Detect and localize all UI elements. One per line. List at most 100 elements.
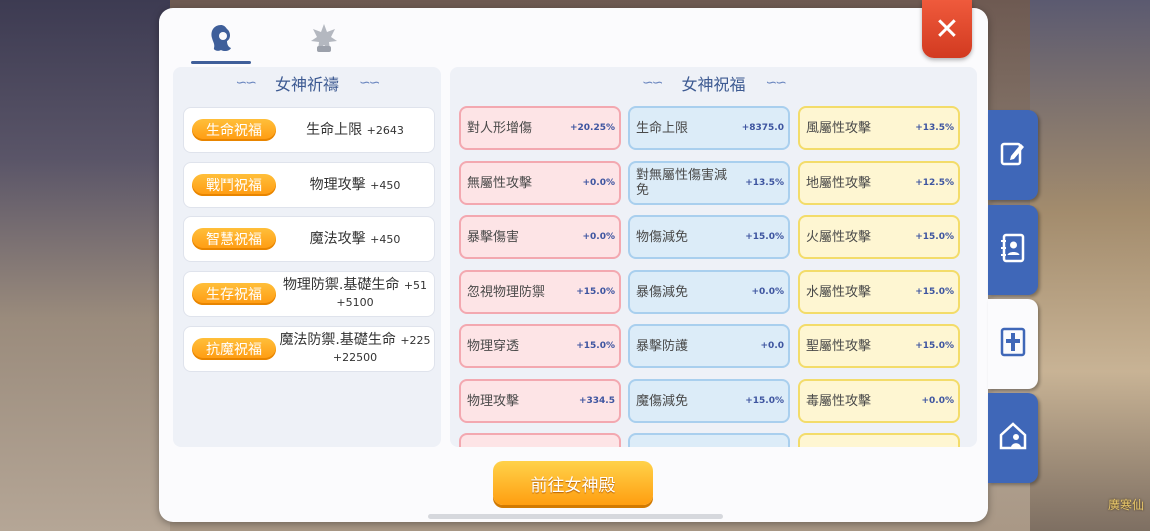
blessing-cell-name: 地屬性攻擊 xyxy=(806,175,872,191)
blessing-cell-name: 生命上限 xyxy=(636,120,689,136)
house-user-icon xyxy=(998,421,1028,455)
contact-book-icon xyxy=(999,233,1027,267)
tab-emblem[interactable] xyxy=(294,18,354,62)
blessing-cell: 聖屬性攻擊 +15.0% xyxy=(798,324,960,368)
prayer-row: 抗魔祝福 魔法防禦.基礎生命 +225 +22500 xyxy=(183,326,435,372)
blessing-cell-name: 毒屬性攻擊 xyxy=(806,393,872,409)
blessing-badge: 戰鬥祝福 xyxy=(192,174,276,196)
prayer-effect-value: +5100 xyxy=(336,296,374,309)
prayer-row: 生命祝福 生命上限 +2643 xyxy=(183,107,435,153)
side-tab-contacts[interactable] xyxy=(988,205,1038,295)
tab-goddess[interactable] xyxy=(191,18,251,64)
blessing-cell-value: +13.5% xyxy=(915,123,954,133)
blessing-cell: 物傷減免 +15.0% xyxy=(628,215,790,259)
swoosh-decoration-icon: ∽∽ xyxy=(642,75,664,91)
goddess-head-icon xyxy=(205,22,237,58)
blessing-cell-value: +13.5% xyxy=(745,178,784,188)
blessing-cell-value: +0.0 xyxy=(760,341,784,351)
blessing-cell-name: 魔傷減免 xyxy=(636,393,689,409)
blessing-cell-name: 物理攻擊 xyxy=(467,393,520,409)
player-name-label: 廣寒仙 xyxy=(1107,498,1144,512)
blessing-title: 女神祝福 xyxy=(681,75,746,94)
blessing-cell-name: 忽視物理防禦 xyxy=(467,284,546,300)
prayer-effect: 魔法防禦.基礎生命 +225 +22500 xyxy=(276,332,434,366)
blessing-cell: 物理穿透 +15.0% xyxy=(459,324,621,368)
background-right: 廣寒仙 xyxy=(1030,0,1150,531)
blessing-cell-name: 暴擊傷害 xyxy=(467,229,520,245)
blessing-cell-value: +0.0% xyxy=(751,287,784,297)
side-tab-goddess[interactable] xyxy=(988,299,1038,389)
blessing-cell-name: 物理穿透 xyxy=(467,338,520,354)
prayer-effect-text: 魔法防禦.基礎生命 xyxy=(279,332,396,348)
blessing-cell: 暴擊防護 +0.0 xyxy=(628,324,790,368)
blessing-cell: 地屬性攻擊 +12.5% xyxy=(798,161,960,205)
close-icon: ✕ xyxy=(934,11,960,47)
swoosh-decoration-icon: ∽∽ xyxy=(235,75,258,91)
blessing-cell-partial xyxy=(628,433,790,447)
blessing-badge: 生存祝福 xyxy=(192,283,276,305)
blessing-cell-name: 物傷減免 xyxy=(636,229,689,245)
prayer-effect: 物理防禦.基礎生命 +51 +5100 xyxy=(276,277,434,311)
blessing-cell-name: 對無屬性傷害減免 xyxy=(636,168,728,198)
prayer-effect-value: +2643 xyxy=(366,123,404,137)
edit-icon xyxy=(999,139,1027,171)
blessing-cell-value: +15.0% xyxy=(576,341,615,351)
blessing-badge: 抗魔祝福 xyxy=(192,338,276,360)
blessing-cell-name: 聖屬性攻擊 xyxy=(806,338,872,354)
blessing-cell-value: +20.25% xyxy=(569,123,615,133)
prayer-row: 生存祝福 物理防禦.基礎生命 +51 +5100 xyxy=(183,271,435,317)
blessing-cell-name: 對人形增傷 xyxy=(467,120,533,136)
blessing-cell-value: +15.0% xyxy=(915,287,954,297)
star-emblem-icon xyxy=(309,22,339,58)
blessing-cell-value: +15.0% xyxy=(745,232,784,242)
blessing-cell-value: +15.0% xyxy=(745,396,784,406)
blessing-cell-name: 火屬性攻擊 xyxy=(806,229,872,245)
prayer-effect-value: +450 xyxy=(370,178,401,192)
blessing-cell-value: +0.0% xyxy=(582,232,615,242)
blessing-cell: 生命上限 +8375.0 xyxy=(628,106,790,150)
cross-icon xyxy=(1000,327,1026,361)
blessing-cell-partial xyxy=(459,433,621,447)
close-button[interactable]: ✕ xyxy=(922,0,972,58)
blessing-cell: 忽視物理防禦 +15.0% xyxy=(459,270,621,314)
blessing-badge: 生命祝福 xyxy=(192,119,276,141)
prayer-effect: 魔法攻擊 +450 xyxy=(276,231,434,248)
blessing-cell-value: +334.5 xyxy=(578,396,615,406)
blessing-cell-value: +12.5% xyxy=(915,178,954,188)
prayer-effect-text: 生命上限 xyxy=(306,121,363,138)
side-tab-home[interactable] xyxy=(988,393,1038,483)
prayer-effect-text: 魔法攻擊 xyxy=(309,230,366,247)
blessing-cell-name: 暴擊防護 xyxy=(636,338,689,354)
blessing-cell-value: +0.0% xyxy=(921,396,954,406)
swoosh-decoration-icon: ∽∽ xyxy=(765,75,788,91)
blessing-cell-partial xyxy=(798,433,960,447)
blessing-cell-name: 暴傷減免 xyxy=(636,284,689,300)
prayer-effect-text: 物理防禦.基礎生命 xyxy=(282,277,400,293)
prayer-effect-value: +22500 xyxy=(332,351,378,364)
blessing-cell: 暴傷減免 +0.0% xyxy=(628,270,790,314)
blessing-cell-value: +15.0% xyxy=(576,287,615,297)
prayer-effect-value: +51 xyxy=(403,279,428,292)
blessing-badge: 智慧祝福 xyxy=(192,228,276,250)
horizontal-scrollbar[interactable] xyxy=(428,514,723,519)
prayer-row: 智慧祝福 魔法攻擊 +450 xyxy=(183,216,435,262)
prayer-effect-value: +225 xyxy=(400,334,431,347)
blessing-cell-name: 水屬性攻擊 xyxy=(806,284,872,300)
prayer-title-bar: ∽∽ 女神祈禱 ∽∽ xyxy=(173,67,441,99)
blessing-title-bar: ∽∽ 女神祝福 ∽∽ xyxy=(450,67,977,99)
blessing-cell: 無屬性攻擊 +0.0% xyxy=(459,161,621,205)
side-tab-edit[interactable] xyxy=(988,110,1038,200)
blessing-cell: 對人形增傷 +20.25% xyxy=(459,106,621,150)
blessing-cell: 對無屬性傷害減免 +13.5% xyxy=(628,161,790,205)
blessing-cell-value: +15.0% xyxy=(915,341,954,351)
blessing-cell: 水屬性攻擊 +15.0% xyxy=(798,270,960,314)
goto-temple-button[interactable]: 前往女神殿 xyxy=(493,461,653,505)
prayer-row: 戰鬥祝福 物理攻擊 +450 xyxy=(183,162,435,208)
blessing-cell-value: +0.0% xyxy=(582,178,615,188)
blessing-cell: 物理攻擊 +334.5 xyxy=(459,379,621,423)
prayer-effect-value: +450 xyxy=(370,232,401,246)
blessing-cell: 魔傷減免 +15.0% xyxy=(628,379,790,423)
blessing-cell-value: +8375.0 xyxy=(741,123,784,133)
blessing-cell: 風屬性攻擊 +13.5% xyxy=(798,106,960,150)
blessing-cell-name: 風屬性攻擊 xyxy=(806,120,872,136)
